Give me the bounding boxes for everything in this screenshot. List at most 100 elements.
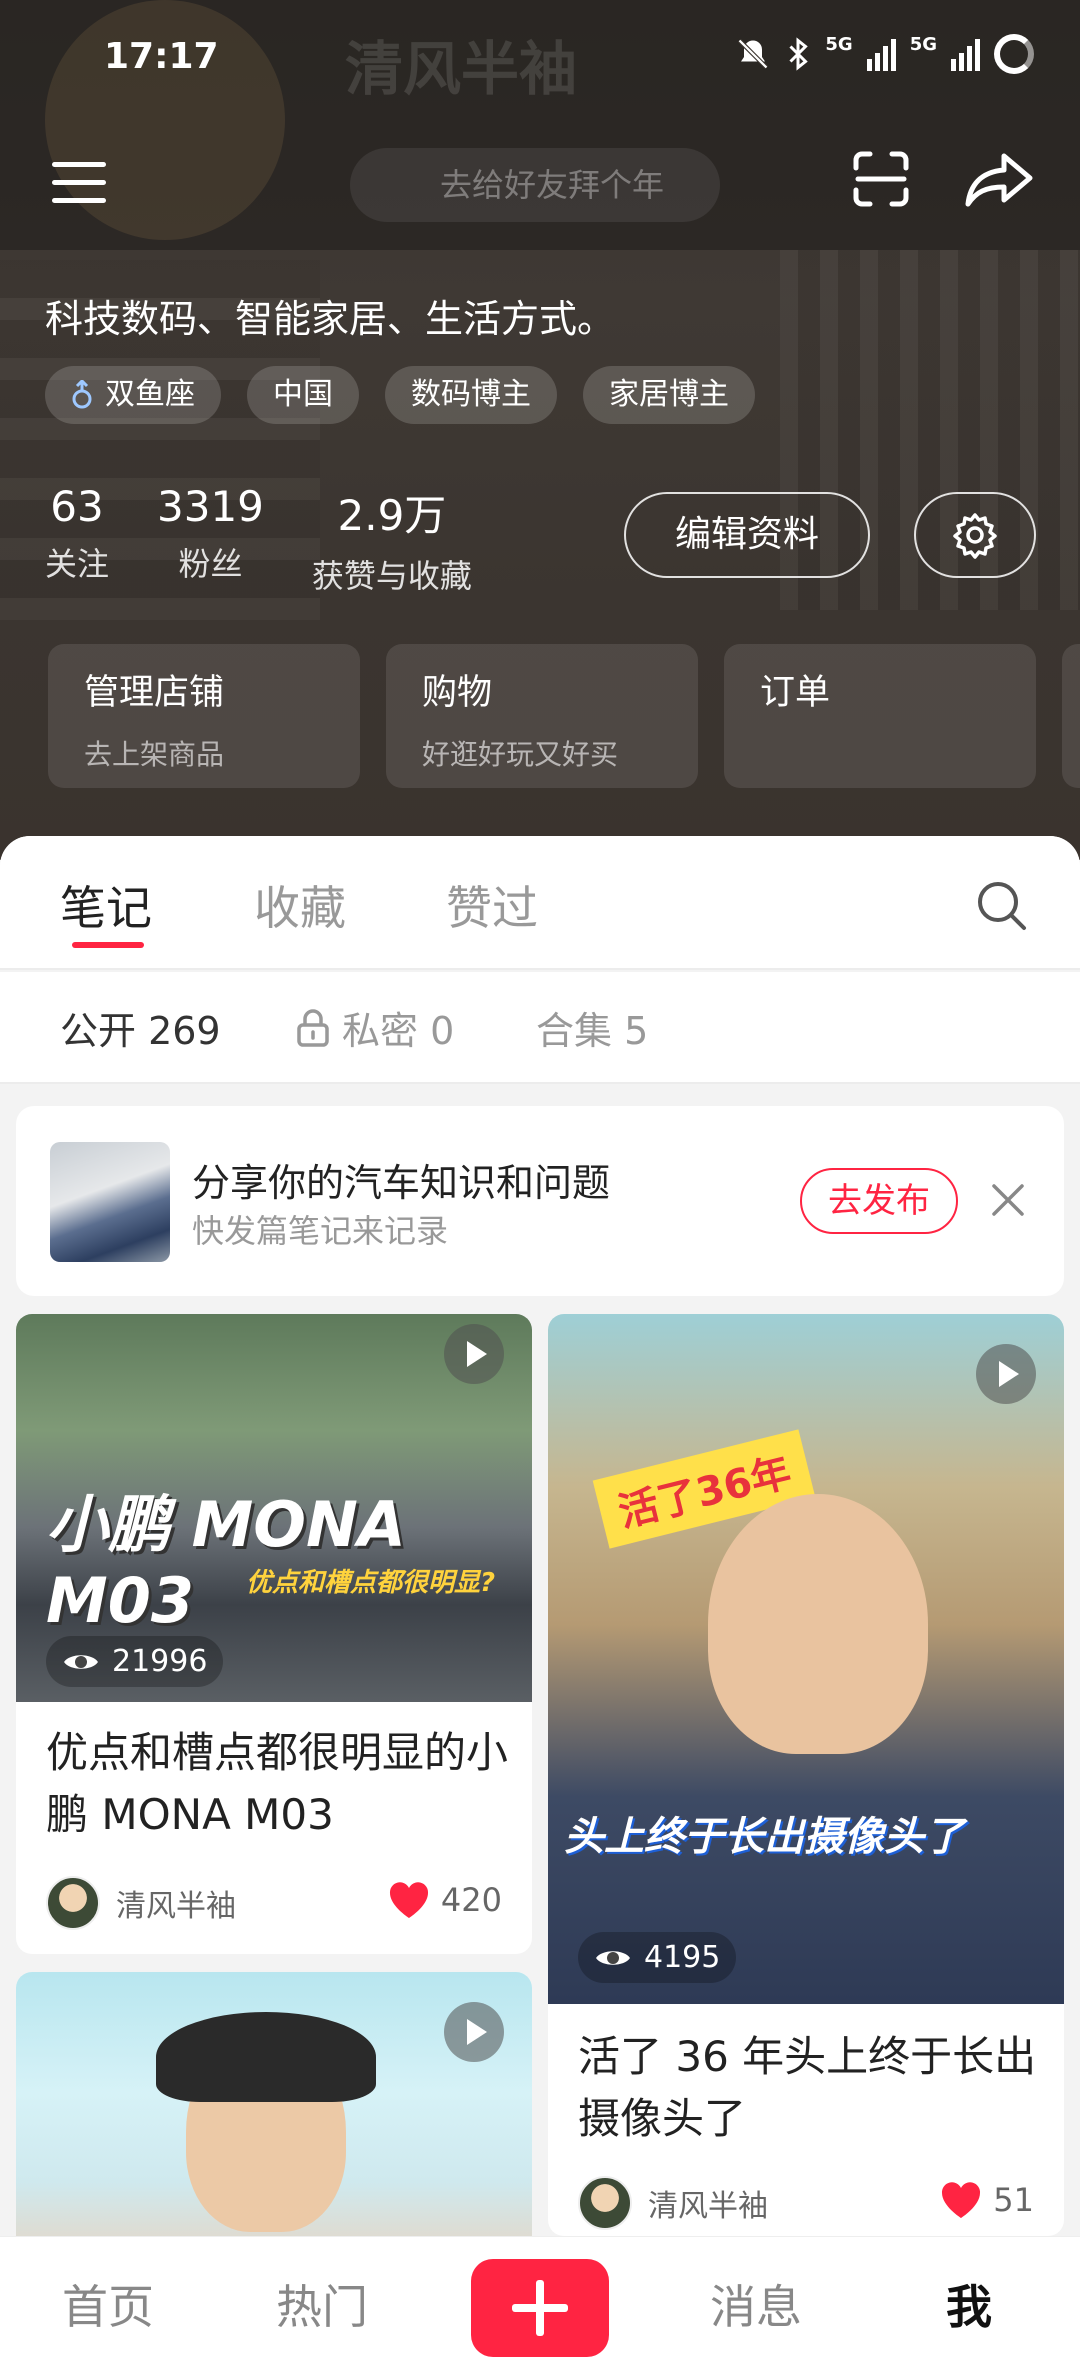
profile-header: 清风半袖 去给好友拜个年 17:17 5G 5G 科技数码、智能家居、生活方式。…: [0, 0, 1080, 860]
status-bar: 17:17 5G 5G: [0, 28, 1080, 88]
card-subtitle: 好逛好玩又好买: [422, 738, 619, 771]
filter-private[interactable]: 私密 0: [296, 1000, 454, 1055]
stat-likes-collects[interactable]: 2.9万 获赞与收藏: [312, 482, 472, 597]
filter-label: 公开 269: [60, 1009, 221, 1053]
card-title: 订单: [760, 673, 831, 713]
prompt-subtitle: 快发篇笔记来记录: [192, 1212, 449, 1250]
tag-region[interactable]: 中国: [247, 366, 359, 424]
play-icon: [976, 1344, 1036, 1404]
author-name: 清风半袖: [648, 2189, 768, 2224]
tag-label: 家居博主: [609, 377, 729, 412]
stat-number: 2.9万: [337, 491, 447, 540]
note-title: 活了 36 年头上终于长出摄像头了: [578, 2032, 1037, 2143]
note-cover: 活了36年 头上终于长出摄像头了 4195: [548, 1314, 1064, 2004]
note-author[interactable]: 清风半袖: [46, 1876, 236, 1930]
tab-notes[interactable]: 笔记: [60, 872, 152, 938]
nav-home[interactable]: 首页: [62, 2271, 154, 2337]
bottom-nav: 首页 热门 消息 我: [0, 2236, 1080, 2374]
tag-home-blogger[interactable]: 家居博主: [583, 366, 755, 424]
search-icon[interactable]: [972, 876, 1032, 936]
stat-followers[interactable]: 3319 粉丝: [157, 482, 264, 597]
prompt-title: 分享你的汽车知识和问题: [192, 1161, 611, 1205]
profile-bio: 科技数码、智能家居、生活方式。: [45, 297, 616, 341]
card-title: 管理店铺: [84, 673, 225, 713]
view-count-value: 21996: [112, 1644, 208, 1679]
avatar: [46, 1876, 100, 1930]
profile-tabs: 笔记 收藏 赞过: [0, 836, 1080, 970]
stat-label: 获赞与收藏: [311, 557, 472, 595]
play-icon: [444, 1324, 504, 1384]
avatar: [578, 2176, 632, 2230]
tag-label: 双鱼座: [105, 377, 195, 412]
card-shopping[interactable]: 购物 好逛好玩又好买: [386, 644, 698, 788]
filter-label: 私密 0: [342, 1009, 455, 1053]
bluetooth-icon: [789, 37, 809, 71]
note-card[interactable]: 小鹏 MONA M03 优点和槽点都很明显? 21996 优点和槽点都很明显的小…: [16, 1314, 532, 1954]
card-more-partial[interactable]: [1062, 644, 1080, 788]
view-count: 4195: [578, 1932, 737, 1983]
active-tab-indicator: [72, 942, 144, 948]
card-manage-store[interactable]: 管理店铺 去上架商品: [48, 644, 360, 788]
new-year-pill-ghost: 去给好友拜个年: [350, 148, 720, 222]
create-button[interactable]: [471, 2259, 609, 2357]
note-author[interactable]: 清风半袖: [578, 2176, 768, 2230]
view-count: 21996: [46, 1636, 224, 1687]
like-count[interactable]: 420: [387, 1880, 502, 1920]
tab-liked[interactable]: 赞过: [446, 872, 538, 938]
settings-button[interactable]: [914, 492, 1036, 578]
stat-label: 粉丝: [178, 545, 243, 583]
nav-me[interactable]: 我: [946, 2271, 992, 2337]
play-icon: [444, 2002, 504, 2062]
profile-stats: 63 关注 3319 粉丝 2.9万 获赞与收藏: [45, 482, 520, 597]
scan-icon[interactable]: [852, 150, 910, 208]
gear-icon: [953, 513, 997, 559]
stat-label: 关注: [45, 545, 110, 583]
service-cards: 管理店铺 去上架商品 购物 好逛好玩又好买 订单: [48, 644, 1080, 788]
cover-person-hair: [156, 2012, 376, 2102]
close-icon[interactable]: [988, 1180, 1028, 1220]
network-5g-label-2: 5G: [909, 34, 937, 55]
filter-collections[interactable]: 合集 5: [536, 1000, 648, 1055]
note-filter-tabs: 公开 269 私密 0 合集 5: [0, 972, 1080, 1084]
cover-overlay-subtitle: 优点和槽点都很明显?: [246, 1568, 496, 1598]
stat-number: 3319: [157, 482, 264, 531]
note-card[interactable]: 活了36年 头上终于长出摄像头了 4195 活了 36 年头上终于长出摄像头了 …: [548, 1314, 1064, 2236]
card-subtitle: 去上架商品: [84, 738, 225, 771]
cover-overlay-title: 小鹏 MONA M03: [46, 1488, 406, 1637]
menu-button[interactable]: [52, 158, 108, 208]
note-cover: [16, 1972, 532, 2236]
author-name: 清风半袖: [116, 1889, 236, 1924]
tag-digital-blogger[interactable]: 数码博主: [385, 366, 557, 424]
profile-tags: 双鱼座 中国 数码博主 家居博主: [45, 366, 755, 424]
status-time: 17:17: [104, 36, 219, 77]
tab-collections[interactable]: 收藏: [254, 872, 346, 938]
nav-messages[interactable]: 消息: [710, 2271, 802, 2337]
edit-profile-button[interactable]: 编辑资料: [624, 492, 870, 578]
heart-icon: [942, 2182, 981, 2218]
lock-icon: [297, 1008, 329, 1047]
male-icon: [72, 380, 92, 409]
filter-public[interactable]: 公开 269: [60, 1000, 221, 1055]
stat-number: 63: [50, 482, 104, 531]
card-title: 购物: [422, 673, 493, 713]
stat-following[interactable]: 63 关注: [45, 482, 109, 597]
publish-button[interactable]: 去发布: [800, 1168, 958, 1234]
tag-label: 中国: [273, 377, 333, 412]
note-card[interactable]: [16, 1972, 532, 2236]
cover-overlay-subtitle: 头上终于长出摄像头了: [564, 1814, 964, 1860]
card-orders[interactable]: 订单: [724, 644, 1036, 788]
publish-prompt-card: 分享你的汽车知识和问题 快发篇笔记来记录 去发布: [16, 1106, 1064, 1296]
cover-person-face: [708, 1494, 928, 1754]
eye-icon: [596, 1950, 630, 1965]
like-count[interactable]: 51: [939, 2180, 1034, 2220]
note-cover: 小鹏 MONA M03 优点和槽点都很明显? 21996: [16, 1314, 532, 1702]
car-thumbnail: [50, 1142, 170, 1262]
tag-zodiac[interactable]: 双鱼座: [45, 366, 221, 424]
share-icon[interactable]: [964, 150, 1034, 210]
nav-trending[interactable]: 热门: [276, 2271, 368, 2337]
heart-icon: [389, 1882, 428, 1918]
filter-label: 合集 5: [536, 1009, 649, 1053]
note-title: 优点和槽点都很明显的小鹏 MONA M03: [46, 1728, 509, 1839]
signal-icon-2: [951, 37, 980, 71]
like-count-value: 420: [440, 1881, 502, 1919]
